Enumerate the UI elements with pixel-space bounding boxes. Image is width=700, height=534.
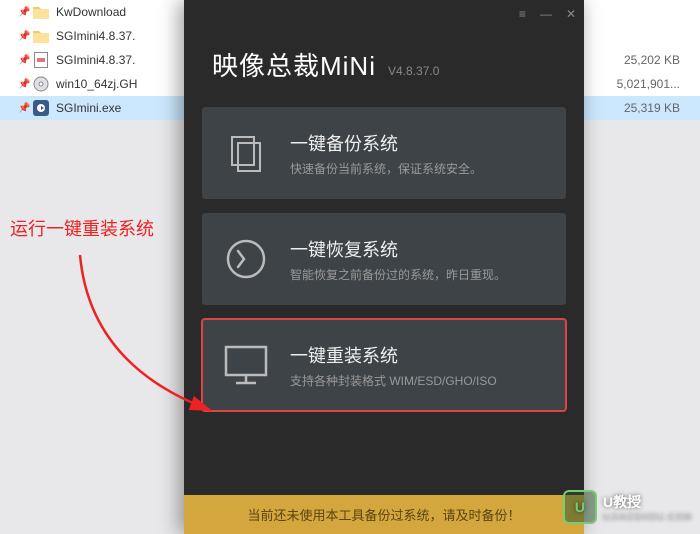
action-card[interactable]: 一键恢复系统智能恢复之前备份过的系统，昨日重现。 bbox=[202, 213, 566, 305]
pin-icon: 📌 bbox=[18, 55, 32, 66]
annotation-label: 运行一键重装系统 bbox=[10, 215, 154, 241]
file-size: 25,319 KB bbox=[610, 101, 700, 115]
pin-icon: 📌 bbox=[18, 103, 32, 114]
file-size: 5,021,901... bbox=[610, 77, 700, 91]
watermark-icon: U bbox=[563, 490, 597, 524]
action-card[interactable]: 一键备份系统快速备份当前系统，保证系统安全。 bbox=[202, 107, 566, 199]
menu-icon[interactable]: ≡ bbox=[519, 7, 526, 21]
close-icon[interactable]: ✕ bbox=[566, 7, 576, 21]
folder-icon bbox=[32, 28, 50, 44]
disk-icon bbox=[32, 76, 50, 92]
folder-icon bbox=[32, 4, 50, 20]
card-subtitle: 智能恢复之前备份过的系统，昨日重现。 bbox=[290, 266, 548, 283]
app-header: 映像总裁MiNi V4.8.37.0 bbox=[184, 28, 584, 93]
minimize-icon[interactable]: — bbox=[540, 7, 552, 21]
watermark: U U教授 UJIAOSHOU.COM bbox=[563, 490, 692, 524]
file-size: 25,202 KB bbox=[610, 53, 700, 67]
card-subtitle: 快速备份当前系统，保证系统安全。 bbox=[290, 160, 548, 177]
app-title: 映像总裁MiNi bbox=[212, 46, 376, 83]
copy-icon bbox=[220, 127, 272, 179]
card-title: 一键恢复系统 bbox=[290, 236, 548, 262]
card-title: 一键备份系统 bbox=[290, 130, 548, 156]
action-card[interactable]: 一键重装系统支持各种封装格式 WIM/ESD/GHO/ISO bbox=[202, 319, 566, 411]
restore-icon bbox=[220, 233, 272, 285]
window-titlebar: ≡ — ✕ bbox=[184, 0, 584, 28]
pin-icon: 📌 bbox=[18, 79, 32, 90]
monitor-icon bbox=[220, 339, 272, 391]
pin-icon: 📌 bbox=[18, 7, 32, 18]
archive-icon bbox=[32, 52, 50, 68]
watermark-brand: U教授 bbox=[603, 494, 641, 510]
watermark-domain: UJIAOSHOU.COM bbox=[603, 512, 692, 522]
sgimini-app-window: ≡ — ✕ 映像总裁MiNi V4.8.37.0 一键备份系统快速备份当前系统，… bbox=[184, 0, 584, 534]
pin-icon: 📌 bbox=[18, 31, 32, 42]
footer-warning: 当前还未使用本工具备份过系统，请及时备份！ bbox=[184, 495, 584, 534]
card-title: 一键重装系统 bbox=[290, 342, 548, 368]
exe-icon bbox=[32, 100, 50, 116]
card-subtitle: 支持各种封装格式 WIM/ESD/GHO/ISO bbox=[290, 372, 548, 389]
app-version: V4.8.37.0 bbox=[388, 64, 439, 78]
